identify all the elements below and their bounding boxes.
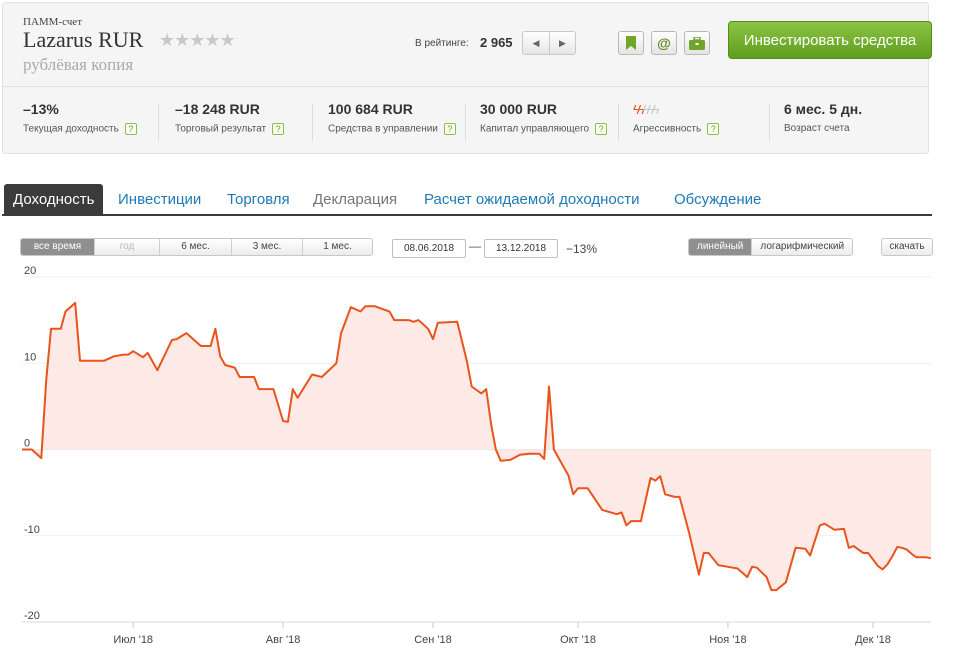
x-tick-label: Июл '18 [113, 634, 153, 646]
period-return-value: −13% [566, 242, 598, 256]
area-fill [22, 302, 931, 591]
account-subtitle: рублёвая копия [23, 55, 134, 74]
rating-navigation: ◀ ▶ [522, 31, 576, 55]
stat-divider [312, 103, 313, 141]
stat-label: Средства в управлении [328, 123, 438, 135]
briefcase-icon [689, 36, 705, 50]
bookmark-button[interactable] [618, 31, 644, 55]
date-to-input[interactable]: 13.12.2018 [484, 239, 558, 258]
download-button[interactable]: скачать [881, 238, 933, 256]
stat-divider [158, 103, 159, 141]
help-icon[interactable]: ? [443, 123, 456, 135]
period-3-months[interactable]: 3 мес. [231, 239, 302, 255]
portfolio-button[interactable] [684, 31, 710, 55]
y-tick-label: 0 [24, 438, 30, 450]
y-tick-label: -10 [24, 524, 40, 536]
tab-discussion[interactable]: Обсуждение [674, 184, 761, 214]
x-axis: Июл '18 Авг '18 Сен '18 Окт '18 Ноя '18 Дек '… [113, 634, 891, 646]
stat-aggressiveness: ϟϟϟϟϟ Агрессивность? [633, 102, 720, 144]
invest-button[interactable]: Инвестировать средства [728, 21, 932, 59]
tab-expected-return[interactable]: Расчет ожидаемой доходности [424, 184, 640, 214]
prev-arrow-icon[interactable]: ◀ [523, 32, 549, 54]
x-tick-label: Сен '18 [414, 634, 452, 646]
stat-label: Торговый результат [175, 123, 267, 135]
date-from-input[interactable]: 08.06.2018 [392, 239, 466, 258]
stat-current-return: –13% Текущая доходность? [23, 101, 137, 143]
help-icon[interactable]: ? [272, 123, 285, 135]
header-top: ПАММ-счет Lazarus RUR ★★★★★ рублёвая коп… [3, 3, 932, 87]
y-axis: 20 10 0 -10 -20 [24, 265, 40, 622]
help-icon[interactable]: ? [707, 123, 720, 135]
stat-value: 100 684 RUR [328, 101, 413, 117]
stat-trading-result: –18 248 RUR Торговый результат? [175, 101, 285, 143]
aggressiveness-lightning-icon: ϟϟϟϟϟ [633, 102, 719, 117]
chart-area [22, 302, 931, 591]
y-tick-label: 10 [24, 351, 36, 363]
tab-declaration: Декларация [313, 191, 398, 208]
rating-value: 2 965 [480, 35, 513, 50]
y-tick-label: -20 [24, 610, 40, 622]
account-header: ПАММ-счет Lazarus RUR ★★★★★ рублёвая коп… [2, 2, 932, 154]
help-icon[interactable]: ? [124, 123, 137, 135]
email-button[interactable]: @ [651, 31, 677, 55]
x-tick-label: Ноя '18 [709, 634, 746, 646]
stat-divider [618, 103, 619, 141]
stat-value: –13% [23, 101, 59, 117]
tab-trading[interactable]: Торговля [227, 184, 290, 214]
stat-account-age: 6 мес. 5 дн. Возраст счета [784, 101, 862, 143]
lightning-icon: ϟ [652, 102, 660, 117]
tab-investments[interactable]: Инвестиции [118, 184, 201, 214]
stat-value: 6 мес. 5 дн. [784, 101, 863, 117]
period-6-months[interactable]: 6 мес. [159, 239, 231, 255]
stat-value: –18 248 RUR [175, 101, 260, 117]
returns-chart[interactable]: 20 10 0 -10 -20 Июл '18 Авг '18 Сен '18 Окт '18… [0, 262, 956, 657]
tab-bar: Доходность Инвестиции Торговля Деклараци… [2, 184, 932, 216]
stat-divider [769, 103, 770, 141]
period-all-time[interactable]: все время [21, 239, 94, 255]
period-year: год [94, 239, 159, 255]
tab-returns[interactable]: Доходность [4, 184, 104, 214]
next-arrow-icon[interactable]: ▶ [548, 32, 575, 54]
x-tick-label: Окт '18 [560, 634, 596, 646]
scale-selector: линейный логарифмический [688, 238, 854, 256]
stat-value: 30 000 RUR [480, 101, 558, 117]
period-selector: все время год 6 мес. 3 мес. 1 мес. [20, 238, 373, 256]
stat-label: Возраст счета [784, 123, 850, 134]
date-range-dash: — [469, 239, 481, 253]
stat-label: Текущая доходность [23, 123, 119, 135]
bookmark-icon [626, 36, 636, 50]
x-tick-label: Дек '18 [855, 634, 891, 646]
email-icon: @ [657, 35, 671, 51]
stat-funds-under-management: 100 684 RUR Средства в управлении? [328, 101, 456, 143]
x-tick-label: Авг '18 [266, 634, 301, 646]
scale-logarithmic[interactable]: логарифмический [751, 239, 852, 255]
period-1-month[interactable]: 1 мес. [302, 239, 372, 255]
help-icon[interactable]: ? [595, 123, 608, 135]
account-name[interactable]: Lazarus RUR [23, 27, 143, 53]
y-tick-label: 20 [24, 265, 36, 277]
stat-divider [465, 103, 466, 141]
star-rating-icon[interactable]: ★★★★★ [159, 30, 236, 51]
stat-label: Агрессивность [633, 123, 702, 135]
scale-linear[interactable]: линейный [689, 239, 752, 255]
stat-manager-capital: 30 000 RUR Капитал управляющего? [480, 101, 608, 143]
rating-label: В рейтинге: [415, 38, 469, 49]
stat-label: Капитал управляющего [480, 123, 590, 135]
